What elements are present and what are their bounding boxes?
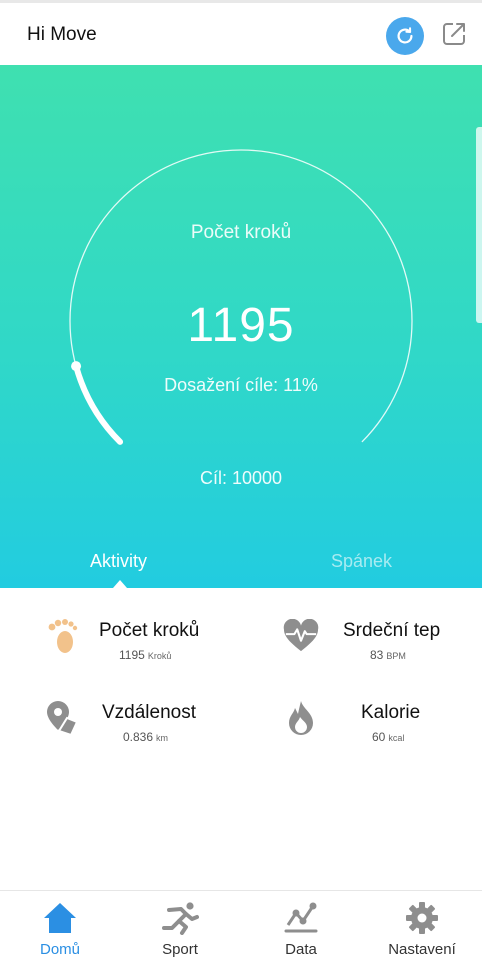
- distance-unit: km: [156, 733, 169, 743]
- stat-steps-value: 1195 Kroků: [119, 648, 171, 662]
- steps-count: 1195: [187, 299, 295, 352]
- calories-value: 60: [372, 730, 386, 744]
- footprints-icon: [44, 618, 80, 654]
- activity-stats: Počet kroků 1195 Kroků Srdeční tep 83 BPM …: [0, 588, 482, 888]
- goal-progress-text: Dosažení cíle: 11%: [164, 375, 318, 395]
- tab-activities[interactable]: Aktivity: [90, 551, 147, 572]
- ring-progress-knob: [71, 361, 82, 372]
- nav-home[interactable]: Domů: [0, 891, 120, 960]
- distance-value: 0.836: [123, 730, 154, 744]
- goal-text: Cíl: 10000: [199, 468, 283, 488]
- steps-title: Počet kroků: [190, 222, 292, 243]
- steps-unit: Kroků: [147, 651, 172, 661]
- active-tab-indicator: [113, 580, 127, 588]
- share-button[interactable]: [437, 17, 471, 51]
- chart-icon: [282, 899, 320, 937]
- location-pin-icon: [44, 700, 80, 736]
- tab-sleep[interactable]: Spánek: [331, 551, 392, 572]
- sync-icon: [397, 27, 413, 44]
- heart-rate-value: 83: [370, 648, 384, 662]
- nav-data[interactable]: Data: [241, 891, 361, 960]
- heart-rate-icon: [283, 618, 319, 654]
- stat-calories-value: 60 kcal: [372, 730, 404, 744]
- share-icon: [443, 23, 465, 45]
- stat-calories[interactable]: Kalorie 60 kcal: [283, 700, 482, 770]
- stat-distance[interactable]: Vzdálenost 0.836 km: [44, 700, 284, 770]
- flame-icon: [283, 700, 319, 736]
- step-summary-panel: Počet kroků 1195 Dosažení cíle: 11% Cíl:…: [0, 65, 482, 588]
- stat-steps[interactable]: Počet kroků 1195 Kroků: [44, 618, 284, 688]
- sync-button[interactable]: [386, 17, 424, 55]
- stat-calories-label: Kalorie: [361, 702, 421, 723]
- nav-data-label: Data: [285, 941, 317, 958]
- home-icon: [41, 899, 79, 937]
- ring-track: [69, 149, 413, 443]
- gear-icon: [403, 899, 441, 937]
- nav-sport[interactable]: Sport: [120, 891, 240, 960]
- top-bar: Hi Move: [0, 0, 482, 65]
- bottom-navigation: Domů Sport Data Nastavení: [0, 890, 482, 960]
- stat-steps-label: Počet kroků: [99, 620, 200, 641]
- heart-rate-unit: BPM: [386, 651, 406, 661]
- stat-heart-rate-value: 83 BPM: [370, 648, 406, 662]
- stat-distance-label: Vzdálenost: [102, 702, 197, 723]
- nav-home-label: Domů: [39, 941, 80, 958]
- nav-sport-label: Sport: [162, 941, 198, 958]
- running-icon: [161, 899, 199, 937]
- stat-heart-rate-label: Srdeční tep: [343, 620, 441, 641]
- stat-heart-rate[interactable]: Srdeční tep 83 BPM: [283, 618, 482, 688]
- stat-distance-value: 0.836 km: [123, 730, 168, 744]
- app-title: Hi Move: [27, 24, 97, 45]
- calories-unit: kcal: [388, 733, 405, 743]
- nav-settings-label: Nastavení: [388, 941, 456, 958]
- steps-value: 1195: [119, 648, 145, 662]
- nav-settings[interactable]: Nastavení: [362, 891, 482, 960]
